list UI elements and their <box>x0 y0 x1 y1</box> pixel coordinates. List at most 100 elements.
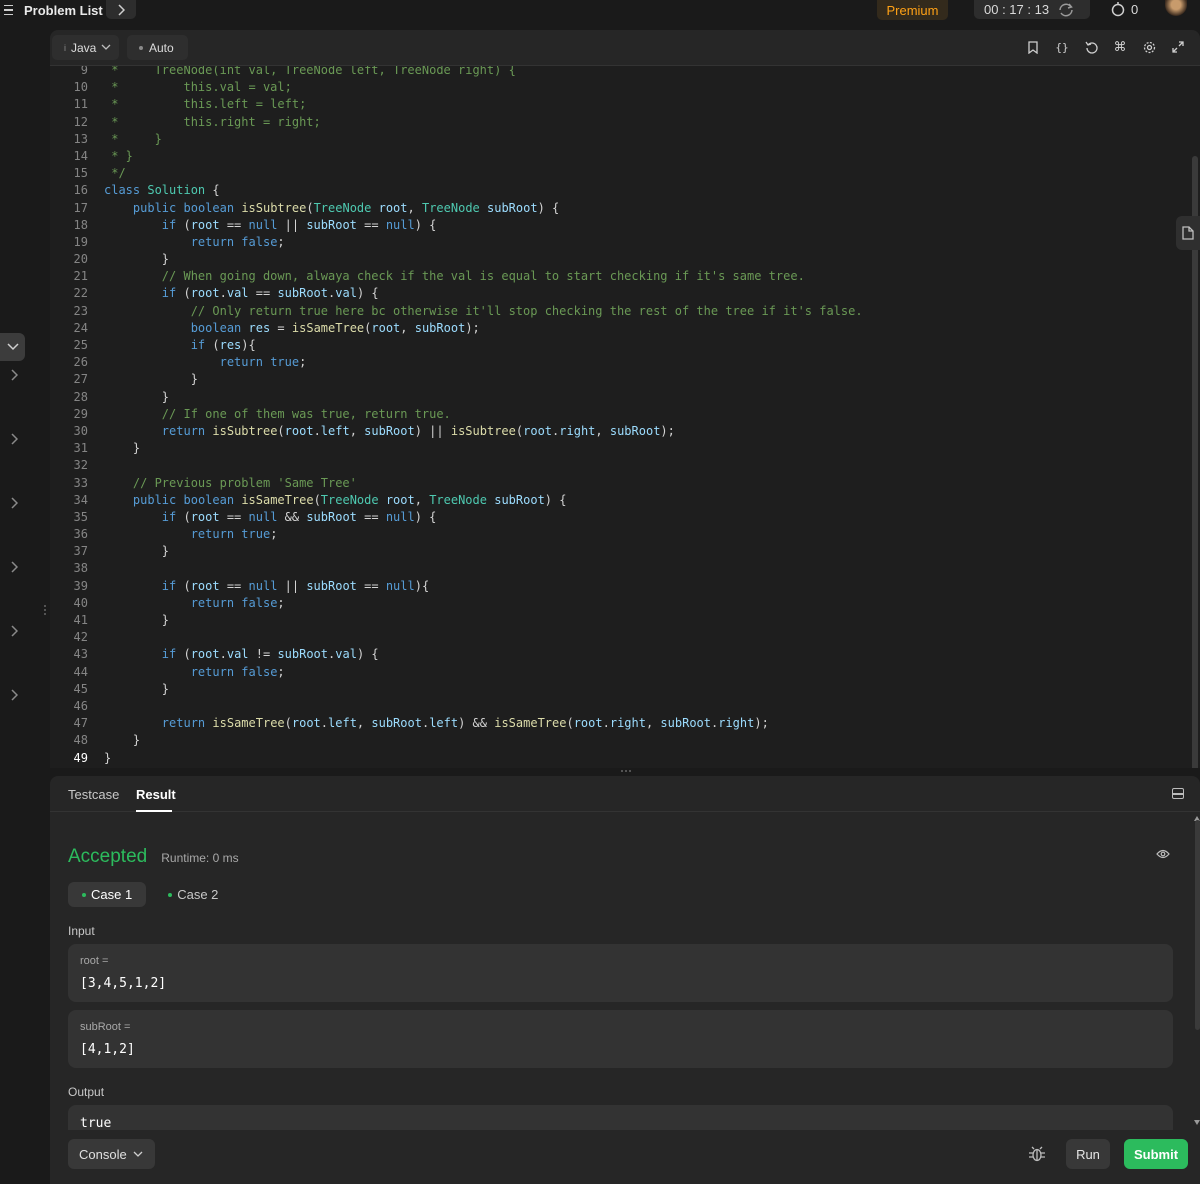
code-line[interactable]: 15 */ <box>50 165 1170 182</box>
code-line[interactable]: 32 <box>50 457 1170 474</box>
streak-icon <box>1111 2 1125 17</box>
debug-icon[interactable] <box>1028 1145 1046 1163</box>
note-icon <box>1182 226 1194 240</box>
sidebar-expand-6[interactable] <box>6 687 22 703</box>
code-line[interactable]: 28 } <box>50 389 1170 406</box>
code-line[interactable]: 24 boolean res = isSameTree(root, subRoo… <box>50 320 1170 337</box>
line-number: 19 <box>73 234 88 249</box>
scroll-down-icon[interactable] <box>1194 1120 1200 1125</box>
code-line[interactable]: 12 * this.right = right; <box>50 114 1170 131</box>
console-label: Console <box>79 1146 127 1162</box>
code-line[interactable]: 38 <box>50 560 1170 577</box>
console-button[interactable]: Console <box>68 1139 155 1169</box>
code-lines[interactable]: 9 * TreeNode(int val, TreeNode left, Tre… <box>50 66 1170 767</box>
timer[interactable]: 00 : 17 : 13 <box>974 0 1090 19</box>
line-number: 13 <box>73 131 88 146</box>
line-number: 37 <box>73 544 88 559</box>
code-line[interactable]: 45 } <box>50 681 1170 698</box>
run-button[interactable]: Run <box>1066 1139 1110 1169</box>
code-line[interactable]: 18 if (root == null || subRoot == null) … <box>50 217 1170 234</box>
sidebar-expand-2[interactable] <box>6 431 22 447</box>
bookmark-icon[interactable] <box>1025 39 1041 55</box>
result-panel: Testcase Result Accepted Runtime: 0 ms C… <box>50 776 1200 1184</box>
code-line[interactable]: 26 return true; <box>50 354 1170 371</box>
chevron-right-icon <box>11 689 18 701</box>
collapse-panel-button[interactable] <box>0 333 25 361</box>
code-line[interactable]: 49} <box>50 750 1170 767</box>
code-line[interactable]: 21 // When going down, alwaya check if t… <box>50 268 1170 285</box>
line-code: if (root == null && subRoot == null) { <box>161 509 437 524</box>
avatar[interactable] <box>1165 0 1187 16</box>
action-bar: Console Run Submit <box>50 1130 1200 1184</box>
code-line[interactable]: 20 } <box>50 251 1170 268</box>
code-area[interactable]: 9 * TreeNode(int val, TreeNode left, Tre… <box>50 66 1200 768</box>
code-line[interactable]: 31 } <box>50 440 1170 457</box>
code-line[interactable]: 35 if (root == null && subRoot == null) … <box>50 509 1170 526</box>
code-line[interactable]: 29 // If one of them was true, return tr… <box>50 406 1170 423</box>
code-line[interactable]: 37 } <box>50 543 1170 560</box>
tab-testcase[interactable]: Testcase <box>68 787 119 802</box>
braces-icon[interactable]: {} <box>1054 39 1070 55</box>
code-line[interactable]: 9 * TreeNode(int val, TreeNode left, Tre… <box>50 66 1170 79</box>
code-line[interactable]: 14 * } <box>50 148 1170 165</box>
shortcut-icon[interactable]: ⌘ <box>1112 39 1128 55</box>
next-problem-button[interactable] <box>106 0 136 19</box>
code-line[interactable]: 47 return isSameTree(root.left, subRoot.… <box>50 715 1170 732</box>
sidebar-expand-5[interactable] <box>6 623 22 639</box>
code-line[interactable]: 39 if (root == null || subRoot == null){ <box>50 578 1170 595</box>
settings-icon[interactable] <box>1141 39 1157 55</box>
line-number: 27 <box>73 372 88 387</box>
case-2-tab[interactable]: Case 2 <box>154 882 232 907</box>
code-line[interactable]: 40 return false; <box>50 595 1170 612</box>
code-line[interactable]: 25 if (res){ <box>50 337 1170 354</box>
code-line[interactable]: 27 } <box>50 371 1170 388</box>
code-line[interactable]: 43 if (root.val != subRoot.val) { <box>50 646 1170 663</box>
tab-result[interactable]: Result <box>136 787 176 802</box>
notes-button[interactable] <box>1176 216 1200 250</box>
result-scrollbar[interactable] <box>1195 820 1200 1030</box>
eye-icon[interactable] <box>1156 849 1170 859</box>
code-line[interactable]: 10 * this.val = val; <box>50 79 1170 96</box>
horizontal-resize-handle[interactable] <box>50 768 1200 776</box>
reset-icon[interactable] <box>1083 39 1099 55</box>
code-line[interactable]: 19 return false; <box>50 234 1170 251</box>
code-line[interactable]: 17 public boolean isSubtree(TreeNode roo… <box>50 200 1170 217</box>
code-line[interactable]: 34 public boolean isSameTree(TreeNode ro… <box>50 492 1170 509</box>
panel-layout-icon[interactable] <box>1172 788 1184 799</box>
problem-list-link[interactable]: Problem List <box>4 0 103 20</box>
code-line[interactable]: 30 return isSubtree(root.left, subRoot) … <box>50 423 1170 440</box>
code-line[interactable]: 36 return true; <box>50 526 1170 543</box>
sidebar-expand-4[interactable] <box>6 559 22 575</box>
streak-counter[interactable]: 0 <box>1110 0 1138 18</box>
auto-mode-toggle[interactable]: Auto <box>127 35 188 60</box>
code-line[interactable]: 23 // Only return true here bc otherwise… <box>50 303 1170 320</box>
code-line[interactable]: 16 class Solution { <box>50 182 1170 199</box>
expand-icon[interactable] <box>1170 39 1186 55</box>
vertical-resize-handle[interactable] <box>44 605 48 619</box>
timer-value: 00 : 17 : 13 <box>984 2 1050 17</box>
sidebar-expand-3[interactable] <box>6 495 22 511</box>
code-line[interactable]: 48 } <box>50 732 1170 749</box>
sidebar-expand-1[interactable] <box>6 367 22 383</box>
case-1-tab[interactable]: Case 1 <box>68 882 147 907</box>
line-number: 47 <box>73 716 88 731</box>
line-number: 34 <box>73 492 88 507</box>
code-line[interactable]: 22 if (root.val == subRoot.val) { <box>50 285 1170 302</box>
code-line[interactable]: 33 // Previous problem 'Same Tree' <box>50 475 1170 492</box>
code-line[interactable]: 11 * this.left = left; <box>50 96 1170 113</box>
code-line[interactable]: 41 } <box>50 612 1170 629</box>
premium-button[interactable]: Premium <box>877 0 948 20</box>
code-line[interactable]: 42 <box>50 629 1170 646</box>
code-line[interactable]: 13 * } <box>50 131 1170 148</box>
line-number: 40 <box>73 595 88 610</box>
submit-button[interactable]: Submit <box>1124 1139 1188 1169</box>
language-select[interactable]: i Java <box>52 35 119 60</box>
code-line[interactable]: 44 return false; <box>50 664 1170 681</box>
line-number: 46 <box>73 698 88 713</box>
line-code: if (root.val != subRoot.val) { <box>161 647 379 662</box>
timer-reset-icon[interactable] <box>1057 2 1075 18</box>
code-line[interactable]: 46 <box>50 698 1170 715</box>
